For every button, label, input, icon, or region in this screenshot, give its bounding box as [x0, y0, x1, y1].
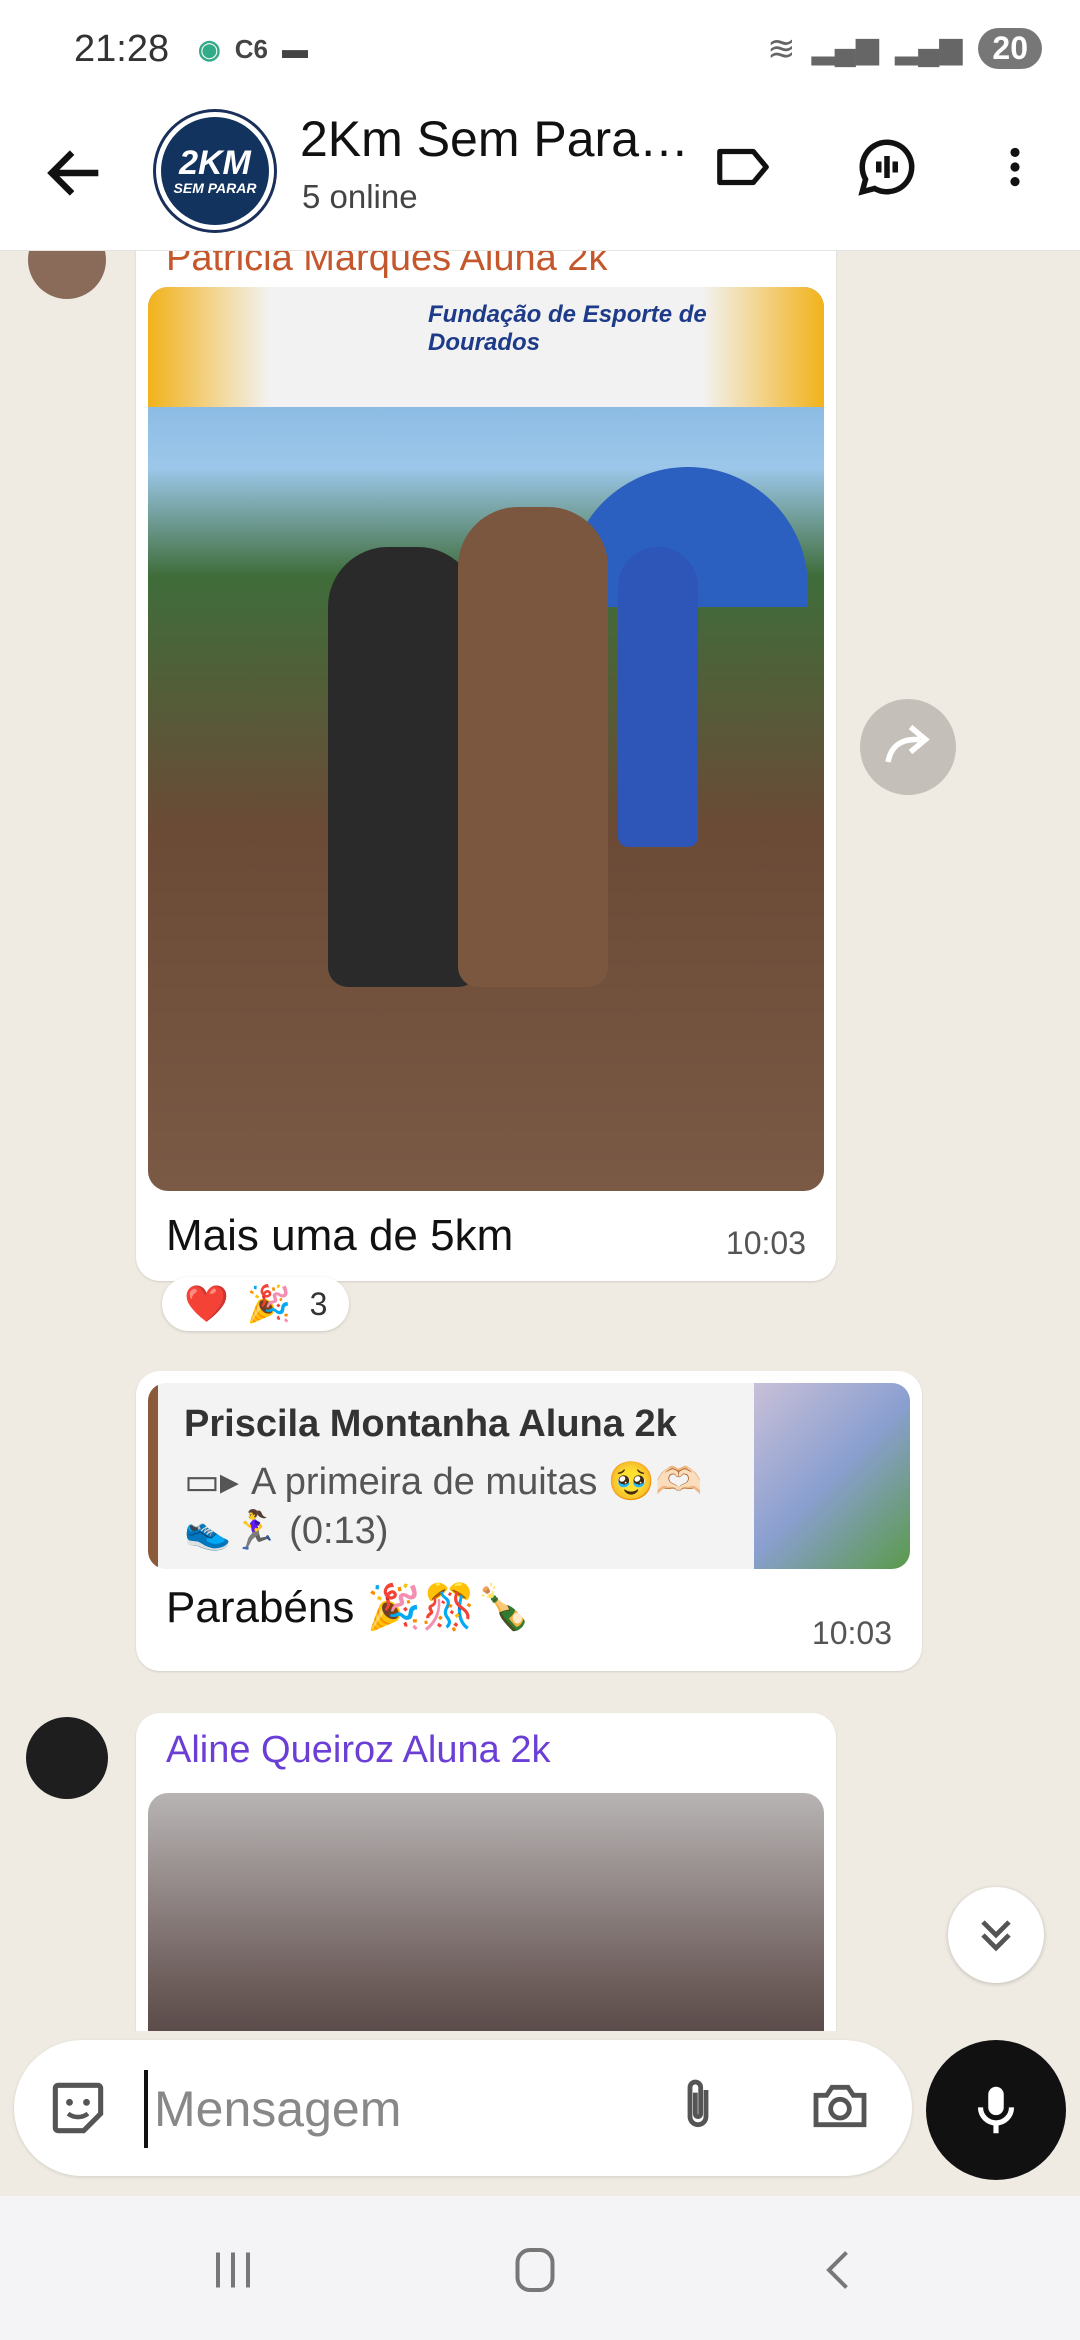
home-icon — [515, 2248, 555, 2292]
arch-banner: Fundação de Esporte de Dourados — [148, 287, 824, 407]
system-nav-bar — [0, 2196, 1080, 2340]
battery-indicator: 20 — [978, 28, 1042, 69]
forward-icon — [885, 724, 930, 763]
chevron-left-icon — [826, 2251, 848, 2289]
chat-subtitle: 5 online — [302, 178, 418, 215]
tag-icon — [717, 148, 769, 186]
heart-reaction: ❤️ — [184, 1283, 229, 1324]
group-avatar[interactable]: 2KM SEM PARAR — [156, 112, 274, 230]
microphone-icon — [977, 2086, 1015, 2134]
quote-text: A primeira de muitas 🥹🫶🏻 — [250, 1460, 703, 1503]
quote-bar — [148, 1383, 158, 1569]
location-icon: ◉ — [198, 34, 221, 64]
quote-text-line2: 👟🏃‍♀️ (0:13) — [184, 1510, 389, 1552]
avatar-text: 2KM — [179, 144, 251, 182]
avatar-subtext: SEM PARAR — [173, 180, 257, 196]
reaction-count: 3 — [309, 1285, 328, 1322]
carrier-icon: C6 — [234, 34, 268, 64]
message-bubble[interactable]: Aline Queiroz Aluna 2k — [136, 1713, 836, 2031]
chat-title[interactable]: 2Km Sem Para… — [300, 110, 689, 168]
scroll-down-button[interactable] — [948, 1887, 1044, 1983]
wallet-icon: ▬ — [281, 34, 308, 64]
more-options-button[interactable] — [980, 132, 1050, 202]
message-photo[interactable]: Fundação de Esporte de Dourados — [148, 287, 824, 1191]
message-time: 10:03 — [811, 1615, 892, 1651]
signal-icon-2: ▂▄▆ — [895, 32, 963, 65]
status-notifications: ◉ C6 ▬ — [198, 34, 308, 65]
status-time: 21:28 — [74, 28, 170, 70]
quote-text-line1: ▭▸ A primeira de muitas 🥹🫶🏻 — [184, 1459, 703, 1504]
voice-record-button[interactable] — [926, 2040, 1066, 2180]
person-man — [458, 507, 608, 987]
quote-thumbnail — [754, 1383, 910, 1569]
avatar[interactable] — [26, 1717, 108, 1799]
wifi-icon: ≋ — [767, 29, 796, 68]
arrow-left-icon — [47, 150, 99, 196]
more-vert-icon — [1010, 147, 1020, 187]
party-reaction: 🎉 — [246, 1283, 292, 1324]
home-button[interactable] — [502, 2240, 568, 2300]
recents-button[interactable] — [200, 2240, 266, 2300]
label-button[interactable] — [708, 132, 778, 202]
sender-name: Aline Queiroz Aluna 2k — [166, 1729, 551, 1771]
back-nav-button[interactable] — [806, 2240, 872, 2300]
message-photo[interactable] — [148, 1793, 824, 2031]
status-bar: 21:28 ◉ C6 ▬ ≋ ▂▄▆ ▂▄▆ 20 — [0, 0, 1080, 100]
status-system-icons: ≋ ▂▄▆ ▂▄▆ 20 — [767, 28, 1042, 69]
message-input[interactable] — [144, 2070, 656, 2148]
banner-text: Fundação de Esporte de Dourados — [428, 301, 707, 356]
message-text: Mais uma de 5km — [166, 1211, 514, 1260]
forward-button[interactable] — [860, 699, 956, 795]
quote-sender: Priscila Montanha Aluna 2k — [184, 1403, 677, 1445]
avatar[interactable] — [28, 251, 106, 299]
message-text: Parabéns 🎉🎊🍾 — [166, 1583, 531, 1632]
video-icon: ▭▸ — [184, 1461, 239, 1503]
signal-icon: ▂▄▆ — [811, 32, 879, 65]
message-bubble[interactable]: Patricia Marques Aluna 2k Fundação de Es… — [136, 251, 836, 1281]
paperclip-icon — [687, 2079, 709, 2127]
reactions-badge[interactable]: ❤️ 🎉 3 — [162, 1277, 350, 1331]
camera-button[interactable] — [808, 2074, 878, 2144]
audio-chat-icon — [858, 139, 915, 196]
chat-area[interactable]: Patricia Marques Aluna 2k Fundação de Es… — [0, 251, 1080, 2031]
sender-name: Patricia Marques Aluna 2k — [166, 251, 608, 279]
camera-icon — [813, 2084, 867, 2128]
sticker-icon — [52, 2082, 104, 2134]
recents-icon — [216, 2252, 250, 2288]
message-time: 10:03 — [725, 1225, 806, 1261]
sticker-button[interactable] — [44, 2074, 114, 2144]
quoted-message[interactable]: Priscila Montanha Aluna 2k ▭▸ A primeira… — [148, 1383, 910, 1569]
attach-button[interactable] — [666, 2074, 736, 2144]
person-runner — [618, 547, 698, 847]
voice-chat-button[interactable] — [852, 132, 922, 202]
message-composer — [14, 2040, 912, 2176]
back-button[interactable] — [40, 138, 110, 208]
person-woman — [328, 547, 478, 987]
double-chevron-down-icon — [981, 1920, 1011, 1952]
message-bubble-reply[interactable]: Priscila Montanha Aluna 2k ▭▸ A primeira… — [136, 1371, 922, 1671]
